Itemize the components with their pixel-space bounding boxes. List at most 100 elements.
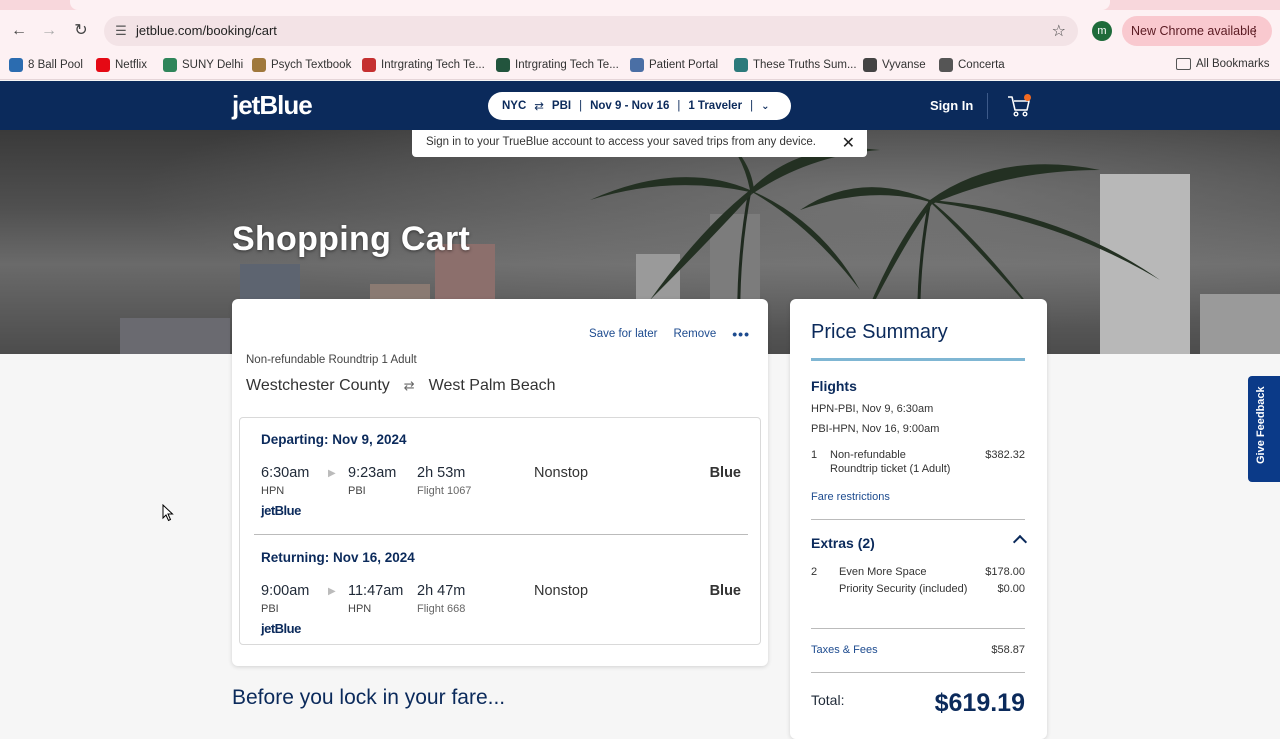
route-destination: West Palm Beach [428,377,556,394]
fare-type: Non-refundable Roundtrip 1 Adult [246,354,417,366]
depart-code: PBI [261,603,279,615]
close-icon[interactable]: ✕ [842,133,855,153]
address-bar[interactable]: ☰ jetblue.com/booking/cart ☆ [104,16,1078,46]
bookmark-item[interactable]: SUNY Delhi [163,58,243,72]
bookmark-item[interactable]: Psych Textbook [252,58,351,72]
kebab-menu-icon[interactable]: ⋮ [1248,16,1262,46]
all-bookmarks-label: All Bookmarks [1196,58,1270,70]
banner-text: Sign in to your TrueBlue account to acce… [426,136,816,148]
arrive-time: 11:47am [348,583,404,599]
flights-box: Departing: Nov 9, 2024 6:30am HPN ▶ 9:23… [239,417,761,645]
bookmark-favicon-icon [734,58,748,72]
trip-destination: PBI [551,100,572,112]
site-header: jetBlue NYC ⇄ PBI | Nov 9 - Nov 16 | 1 T… [0,81,1280,130]
bookmark-item[interactable]: Intrgrating Tech Te... [496,58,619,72]
header-divider [987,93,988,119]
bookmark-favicon-icon [496,58,510,72]
ticket-desc: Roundtrip ticket (1 Adult) [830,463,951,475]
bookmark-label: Netflix [115,59,147,71]
flight-line: HPN-PBI, Nov 9, 6:30am [811,403,934,415]
bookmark-favicon-icon [252,58,266,72]
depart-time: 9:00am [261,583,310,599]
bookmark-favicon-icon [630,58,644,72]
roundtrip-icon: ⇄ [403,378,415,393]
leg-divider [254,534,748,535]
ticket-amount: $382.32 [985,449,1025,461]
cart-actions: Save for later Remove ••• [589,326,750,342]
more-options-icon[interactable]: ••• [732,326,750,342]
fare-restrictions-link[interactable]: Fare restrictions [811,491,890,503]
chrome-update-button[interactable]: New Chrome available ⋮ [1122,16,1272,46]
trip-dates: Nov 9 - Nov 16 [590,100,670,112]
bookmark-favicon-icon [163,58,177,72]
depart-code: HPN [261,485,285,497]
arrive-code: PBI [348,485,366,497]
bookmark-label: Concerta [958,59,1005,71]
arrive-time: 9:23am [348,465,397,481]
airline-logo: jetBlue [261,621,301,636]
feedback-label: Give Feedback [1255,386,1267,464]
bookmark-label: Psych Textbook [271,59,352,71]
remove-link[interactable]: Remove [673,328,716,340]
divider: | [677,100,681,112]
title-underline [811,358,1025,361]
save-for-later-link[interactable]: Save for later [589,328,657,340]
price-summary-card: Price Summary Flights HPN-PBI, Nov 9, 6:… [790,299,1047,739]
route-origin: Westchester County [246,377,390,394]
divider [811,672,1025,673]
flight-number: Flight 668 [417,603,466,615]
site-settings-icon[interactable]: ☰ [112,22,130,40]
bookmark-item[interactable]: Intrgrating Tech Te... [362,58,485,72]
extras-qty: 2 [811,566,818,578]
divider [811,519,1025,520]
bookmark-label: Intrgrating Tech Te... [515,59,619,71]
hero-building [120,318,230,354]
give-feedback-tab[interactable]: Give Feedback [1248,376,1280,482]
bookmark-star-icon[interactable]: ☆ [1052,21,1066,41]
browser-toolbar: ← → ↻ ☰ jetblue.com/booking/cart ☆ m New… [0,10,1280,52]
sign-in-link[interactable]: Sign In [930,98,973,113]
bookmark-label: These Truths Sum... [753,59,857,71]
stops: Nonstop [534,465,589,481]
divider [811,628,1025,629]
extras-heading[interactable]: Extras (2) [811,535,875,551]
chevron-up-icon[interactable] [1012,534,1028,550]
page-title: Shopping Cart [232,220,471,258]
url-text[interactable]: jetblue.com/booking/cart [136,23,277,38]
trip-origin: NYC [502,100,527,112]
departing-leg: Departing: Nov 9, 2024 6:30am HPN ▶ 9:23… [240,418,762,535]
trip-selector[interactable]: NYC ⇄ PBI | Nov 9 - Nov 16 | 1 Traveler … [488,92,791,120]
active-tab[interactable] [70,0,1110,10]
forward-icon[interactable]: → [38,20,60,42]
fare-class: Blue [709,583,741,599]
bookmark-favicon-icon [939,58,953,72]
arrow-right-icon: ▶ [328,468,336,479]
extra-item: Priority Security (included) [839,583,968,595]
duration: 2h 53m [417,465,466,481]
total-amount: $619.19 [934,689,1025,717]
bookmark-item[interactable]: 8 Ball Pool [9,58,83,72]
back-icon[interactable]: ← [8,20,30,42]
cart-badge [1024,94,1031,101]
divider: | [579,100,583,112]
profile-avatar[interactable]: m [1092,21,1112,41]
bookmark-item[interactable]: Patient Portal [630,58,718,72]
bookmark-item[interactable]: Concerta [939,58,1005,72]
bookmark-favicon-icon [9,58,23,72]
taxes-amount: $58.87 [991,644,1025,656]
reload-icon[interactable]: ↻ [70,20,92,42]
swap-icon: ⇄ [534,101,544,113]
ticket-desc: Non-refundable [830,449,906,461]
bookmark-favicon-icon [362,58,376,72]
extra-amount: $0.00 [997,583,1025,595]
jetblue-logo[interactable]: jetBlue [232,90,313,121]
chrome-update-label: New Chrome available [1131,24,1257,38]
bookmark-favicon-icon [863,58,877,72]
airline-logo: jetBlue [261,503,301,518]
flight-number: Flight 1067 [417,485,472,497]
taxes-fees-link[interactable]: Taxes & Fees [811,644,878,656]
bookmark-item[interactable]: These Truths Sum... [734,58,857,72]
bookmark-item[interactable]: Netflix [96,58,147,72]
all-bookmarks[interactable]: All Bookmarks [1176,58,1270,70]
bookmark-item[interactable]: Vyvanse [863,58,926,72]
